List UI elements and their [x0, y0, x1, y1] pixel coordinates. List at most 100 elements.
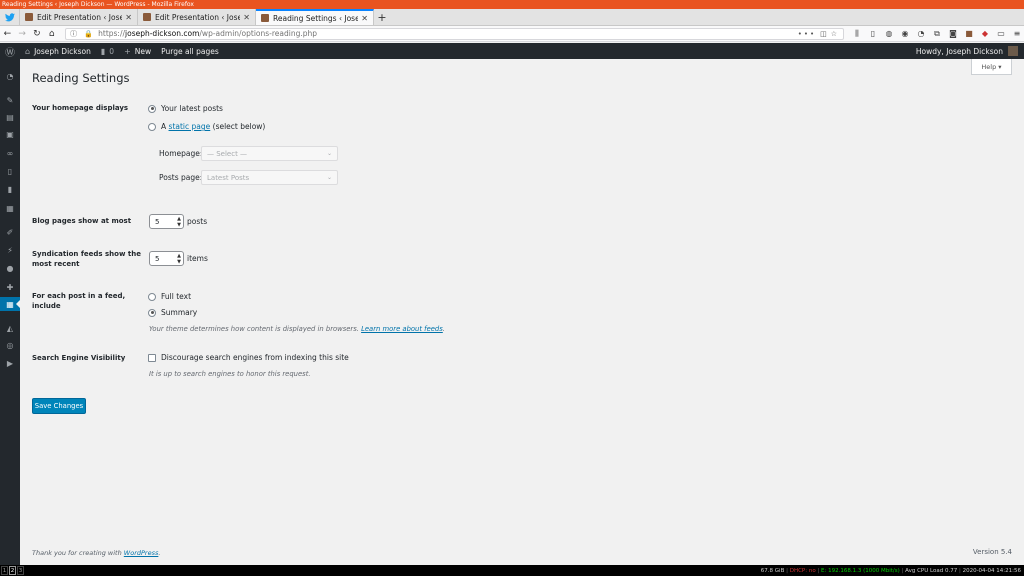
url-path: /wp-admin/options-reading.php	[199, 29, 318, 38]
radio-latest-posts[interactable]	[148, 104, 156, 113]
forward-button[interactable]: →	[15, 27, 30, 41]
admin-bar-new[interactable]: + New	[119, 43, 156, 59]
browser-tab-3-active[interactable]: Reading Settings ‹ Josep ✕	[256, 9, 374, 25]
url-bar[interactable]: ⓘ 🔒 https:// joseph-dickson.com /wp-admi…	[65, 27, 844, 40]
chevron-down-icon: ⌄	[326, 150, 332, 157]
new-tab-button[interactable]: +	[374, 9, 390, 25]
dhcp-status: DHCP: no	[789, 567, 816, 574]
howdy-label: Howdy, Joseph Dickson	[915, 46, 1003, 56]
desktop-status-bar: 1 2 3 67.8 GiB | DHCP: no | E: 192.168.1…	[0, 565, 1024, 576]
homepage-displays-label: Your homepage displays	[32, 104, 129, 112]
wordpress-logo-icon[interactable]: Ⓦ	[0, 43, 20, 59]
radio-summary[interactable]	[148, 308, 156, 317]
appearance-icon[interactable]: ✐	[0, 225, 20, 239]
reload-button[interactable]: ↻	[30, 27, 45, 41]
workspace-2[interactable]: 2	[9, 566, 16, 575]
screenshot-icon[interactable]: ⧉	[930, 28, 944, 40]
plugins-icon[interactable]: ⚡	[0, 243, 20, 257]
search-visibility-description: It is up to search engines to honor this…	[149, 370, 311, 378]
feed-description: Your theme determines how content is dis…	[149, 325, 445, 333]
links-icon[interactable]: ∞	[0, 146, 20, 160]
system-status: 67.8 GiB | DHCP: no | E: 192.168.1.3 (10…	[760, 567, 1021, 574]
home-button[interactable]: ⌂	[44, 27, 59, 41]
dashboard-icon[interactable]: ◔	[0, 69, 20, 83]
extension-icon[interactable]: ◉	[898, 28, 912, 40]
globe-icon[interactable]: ◍	[882, 28, 896, 40]
presentations-icon[interactable]: ▣	[0, 127, 20, 141]
pinned-tab-twitter[interactable]	[0, 9, 20, 25]
browser-tab-2[interactable]: Edit Presentation ‹ Josep ✕	[138, 9, 256, 25]
option-summary-label: Summary	[161, 308, 198, 317]
syndication-unit: items	[187, 254, 208, 263]
blog-pages-stepper[interactable]: 5 ▲ ▼	[149, 214, 184, 229]
footer-thanks-text: Thank you for creating with	[32, 549, 124, 557]
option-full-text[interactable]: Full text	[148, 292, 191, 301]
posts-page-select[interactable]: Latest Posts ⌄	[201, 170, 338, 185]
mask-icon[interactable]: ◙	[946, 28, 960, 40]
workspace-3[interactable]: 3	[17, 566, 24, 575]
admin-bar-site-name[interactable]: ⌂ Joseph Dickson	[20, 43, 96, 59]
library-icon[interactable]: ⫼	[850, 28, 864, 40]
close-tab-icon[interactable]: ✕	[125, 13, 132, 22]
sidebar-icon[interactable]: ▯	[866, 28, 880, 40]
pages-icon[interactable]: ▯	[0, 164, 20, 178]
url-scheme: https://	[98, 29, 126, 38]
avatar-extension-icon[interactable]: ■	[962, 28, 976, 40]
tools-wrench-icon[interactable]: ✚	[0, 280, 20, 294]
bookmark-star-icon[interactable]: ☆	[831, 30, 839, 38]
static-prefix: A	[161, 122, 167, 131]
back-button[interactable]: ←	[0, 27, 15, 41]
radio-full-text[interactable]	[148, 292, 156, 301]
save-changes-button[interactable]: Save Changes	[32, 398, 86, 414]
posts-pin-icon[interactable]: ✎	[0, 93, 20, 107]
admin-bar-purge[interactable]: Purge all pages	[156, 43, 224, 59]
info-icon[interactable]: ⓘ	[70, 29, 79, 39]
disk-status: 67.8 GiB	[760, 567, 785, 574]
footer-thanks: Thank you for creating with WordPress.	[32, 549, 161, 557]
search-visibility-label: Search Engine Visibility	[32, 354, 126, 362]
arrow-left-icon: ←	[3, 28, 12, 39]
seo-icon[interactable]: ◭	[0, 321, 20, 335]
browser-tab-strip: Edit Presentation ‹ Josep ✕ Edit Present…	[0, 9, 1024, 26]
chat-icon[interactable]: ◔	[914, 28, 928, 40]
comments-count: 0	[109, 46, 115, 56]
blog-pages-label: Blog pages show at most	[32, 217, 132, 225]
stepper-arrows-icon[interactable]: ▲ ▼	[177, 216, 181, 228]
close-tab-icon[interactable]: ✕	[361, 14, 368, 23]
discourage-search-checkbox[interactable]	[148, 353, 156, 362]
admin-bar-account[interactable]: Howdy, Joseph Dickson	[916, 46, 1024, 56]
static-suffix: (select below)	[212, 122, 266, 131]
shield-icon[interactable]: ◆	[978, 28, 992, 40]
syndication-stepper[interactable]: 5 ▲ ▼	[149, 251, 184, 266]
comments-icon[interactable]: ▮	[0, 182, 20, 196]
performance-icon[interactable]: ◎	[0, 338, 20, 352]
option-summary[interactable]: Summary	[148, 308, 197, 317]
settings-icon[interactable]: ▦	[0, 297, 20, 311]
browser-tab-1[interactable]: Edit Presentation ‹ Josep ✕	[20, 9, 138, 25]
radio-static-page[interactable]	[148, 122, 156, 131]
collapse-menu-icon[interactable]: ▶	[0, 356, 20, 370]
lock-icon[interactable]: 🔒	[84, 30, 93, 38]
stepper-arrows-icon[interactable]: ▲ ▼	[177, 253, 181, 265]
blog-pages-field: 5 ▲ ▼ posts	[149, 214, 207, 229]
page-actions-icon[interactable]: •••	[798, 30, 816, 38]
site-name-label: Joseph Dickson	[34, 46, 91, 56]
close-tab-icon[interactable]: ✕	[243, 13, 250, 22]
static-page-link[interactable]: static page	[169, 122, 211, 131]
option-latest-posts[interactable]: Your latest posts	[148, 104, 223, 113]
users-icon[interactable]: ●	[0, 261, 20, 275]
menu-icon[interactable]: ≡	[1010, 28, 1024, 40]
discourage-search-option[interactable]: Discourage search engines from indexing …	[148, 353, 349, 362]
wordpress-link[interactable]: WordPress	[124, 549, 159, 557]
option-static-page[interactable]: A static page (select below)	[148, 122, 265, 131]
admin-bar-comments[interactable]: ▮ 0	[96, 43, 119, 59]
learn-more-feeds-link[interactable]: Learn more about feeds	[361, 325, 443, 333]
pocket-icon[interactable]: ◫	[820, 30, 829, 38]
datetime-status: 2020-04-04 14:21:56	[962, 567, 1021, 574]
feedback-icon[interactable]: ▦	[0, 201, 20, 215]
window-icon[interactable]: ▭	[994, 28, 1008, 40]
homepage-select[interactable]: — Select — ⌄	[201, 146, 338, 161]
workspace-1[interactable]: 1	[1, 566, 8, 575]
media-icon[interactable]: ▤	[0, 110, 20, 124]
option-full-text-label: Full text	[161, 292, 192, 301]
